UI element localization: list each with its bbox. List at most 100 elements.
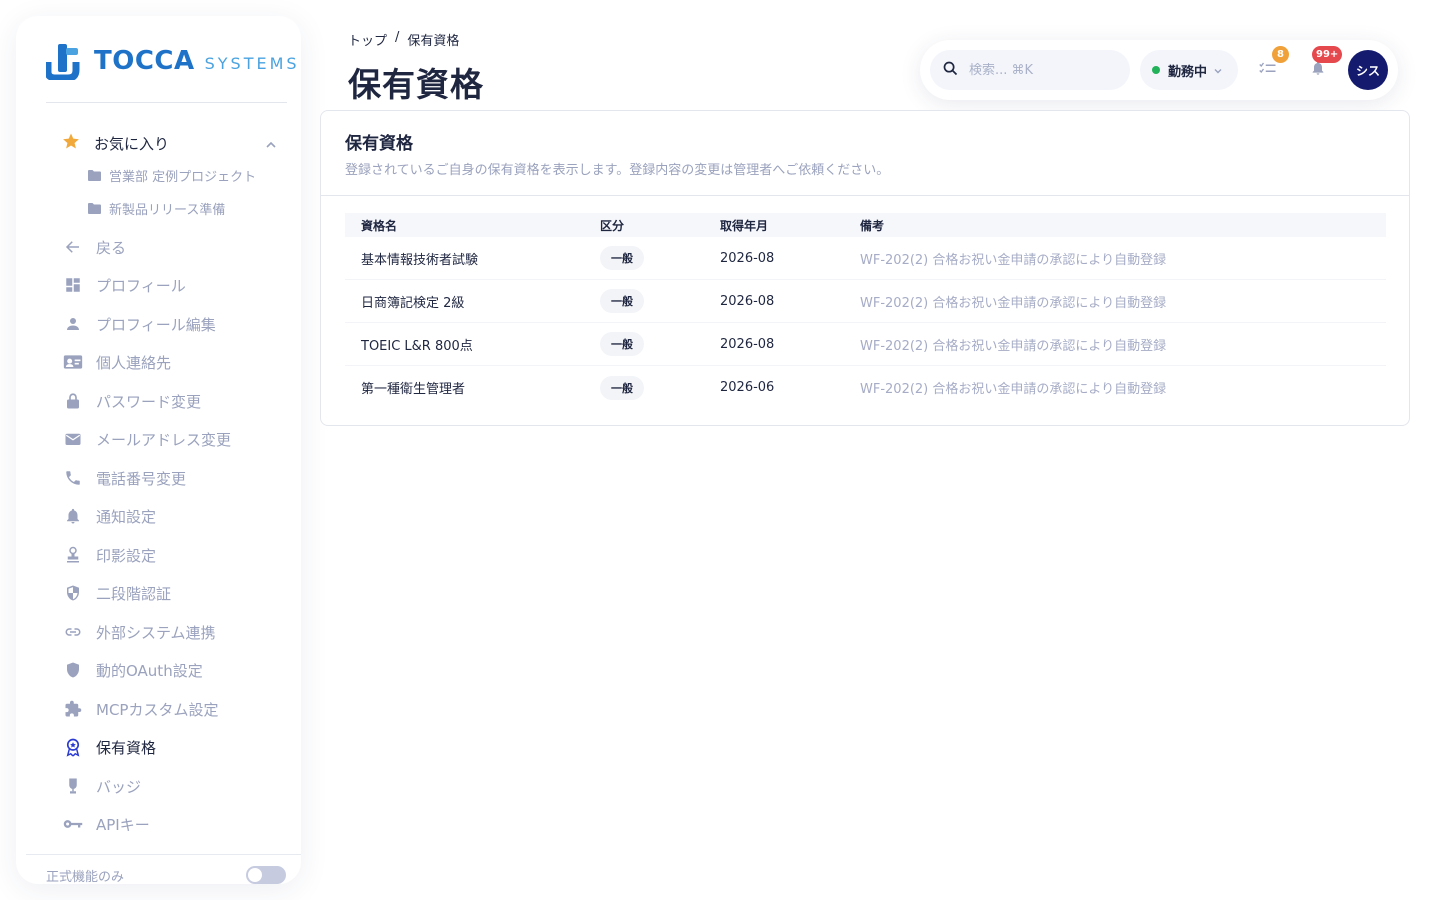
note-text: WF-202(2) 合格お祝い金申請の承認により自動登録 xyxy=(860,338,1167,354)
sidebar-divider xyxy=(46,102,287,103)
table-row: TOEIC L&R 800点 一般 2026-08 WF-202(2) 合格お祝… xyxy=(345,323,1386,366)
sidebar-item-badges[interactable]: バッジ xyxy=(62,773,141,799)
qualifications-table: 資格名 区分 取得年月 備考 基本情報技術者試験 一般 2026-08 WF-2… xyxy=(345,213,1386,409)
sidebar-item-label: 外部システム連携 xyxy=(96,623,216,642)
note-text: WF-202(2) 合格お祝い金申請の承認により自動登録 xyxy=(860,252,1167,268)
category-tag: 一般 xyxy=(600,332,644,356)
notifications-count-badge: 99+ xyxy=(1312,46,1343,63)
folder-icon xyxy=(88,199,101,218)
card-description: 登録されているご自身の保有資格を表示します。登録内容の変更は管理者へご依頼くださ… xyxy=(345,163,890,178)
toggle-knob xyxy=(248,868,262,882)
table-row: 第一種衛生管理者 一般 2026-06 WF-202(2) 合格お祝い金申請の承… xyxy=(345,366,1386,409)
phone-icon xyxy=(62,467,84,489)
table-header: 資格名 区分 取得年月 備考 xyxy=(345,213,1386,237)
arrow-left-icon xyxy=(62,236,84,258)
sidebar-item-oauth[interactable]: 動的OAuth設定 xyxy=(62,657,203,683)
sidebar-item-label: 動的OAuth設定 xyxy=(96,661,203,680)
note-text: WF-202(2) 合格お祝い金申請の承認により自動登録 xyxy=(860,382,1167,397)
acquired-date: 2026-08 xyxy=(720,336,775,352)
chevron-down-icon xyxy=(1213,61,1223,80)
award-icon xyxy=(62,736,84,758)
sidebar-item-api-keys[interactable]: APIキー xyxy=(62,811,150,837)
favorites-toggle[interactable]: お気に入り xyxy=(62,130,277,156)
search-icon xyxy=(942,60,959,81)
qualifications-card: 保有資格 登録されているご自身の保有資格を表示します。登録内容の変更は管理者へご… xyxy=(320,110,1410,426)
acquired-date: 2026-08 xyxy=(720,250,775,266)
brand-logo[interactable]: TOCCA SYSTEMS xyxy=(44,42,300,82)
note-text: WF-202(2) 合格お祝い金申請の承認により自動登録 xyxy=(860,295,1167,311)
table-row: 日商簿記検定 2級 一般 2026-08 WF-202(2) 合格お祝い金申請の… xyxy=(345,280,1386,323)
link-icon xyxy=(62,621,84,643)
column-header-date: 取得年月 xyxy=(720,218,769,233)
sidebar-item-label: 戻る xyxy=(96,238,127,257)
category-tag: 一般 xyxy=(600,289,644,313)
user-avatar[interactable]: シス xyxy=(1348,50,1388,90)
card-title: 保有資格 xyxy=(345,134,413,154)
sidebar-item-label: プロフィール編集 xyxy=(96,315,216,334)
breadcrumb: トップ / 保有資格 xyxy=(348,30,459,49)
table-row: 基本情報技術者試験 一般 2026-08 WF-202(2) 合格お祝い金申請の… xyxy=(345,237,1386,280)
qualification-name: 基本情報技術者試験 xyxy=(361,252,479,268)
search-box[interactable] xyxy=(930,50,1130,90)
top-toolbar: 勤務中 8 99+ シス xyxy=(920,40,1398,100)
sidebar-item-back[interactable]: 戻る xyxy=(62,234,126,260)
badge-icon xyxy=(62,775,84,797)
notifications-button[interactable]: 99+ xyxy=(1302,46,1343,86)
qualification-name: 日商簿記検定 2級 xyxy=(361,295,465,311)
sidebar: TOCCA SYSTEMS お気に入り 営業部 定例プロジェクト 新製品リリース… xyxy=(16,16,301,884)
sidebar-item-label: メールアドレス変更 xyxy=(96,430,232,449)
sidebar-item-label: 保有資格 xyxy=(96,738,157,757)
card-divider xyxy=(321,195,1409,196)
folder-icon xyxy=(88,166,101,185)
sidebar-item-label: 印影設定 xyxy=(96,546,157,565)
sidebar-item-phone[interactable]: 電話番号変更 xyxy=(62,465,186,491)
tocca-logo-icon xyxy=(44,42,82,82)
official-only-toggle[interactable] xyxy=(246,866,286,884)
qualification-name: TOEIC L&R 800点 xyxy=(361,338,473,354)
sidebar-item-label: MCPカスタム設定 xyxy=(96,700,219,719)
puzzle-icon xyxy=(62,698,84,720)
search-input[interactable] xyxy=(969,62,1119,78)
category-tag: 一般 xyxy=(600,375,644,400)
chevron-up-icon xyxy=(265,136,277,155)
status-dot xyxy=(1152,66,1160,74)
favorite-item-new-product[interactable]: 新製品リリース準備 xyxy=(88,197,225,219)
sidebar-item-contacts[interactable]: 個人連絡先 xyxy=(62,349,171,375)
shield-icon xyxy=(62,659,84,681)
page-title: 保有資格 xyxy=(348,65,484,104)
work-status-dropdown[interactable]: 勤務中 xyxy=(1140,50,1238,90)
qualification-name: 第一種衛生管理者 xyxy=(361,382,466,397)
sidebar-item-label: 二段階認証 xyxy=(96,584,172,603)
favorites-label: お気に入り xyxy=(94,134,170,153)
breadcrumb-home[interactable]: トップ xyxy=(348,30,387,49)
sidebar-item-notifications[interactable]: 通知設定 xyxy=(62,503,156,529)
breadcrumb-separator: / xyxy=(395,30,400,45)
favorite-item-sales-project[interactable]: 営業部 定例プロジェクト xyxy=(88,164,256,186)
sidebar-item-profile-edit[interactable]: プロフィール編集 xyxy=(62,311,216,337)
lock-icon xyxy=(62,390,84,412)
person-icon xyxy=(62,313,84,335)
acquired-date: 2026-06 xyxy=(720,380,775,395)
tasks-button[interactable]: 8 xyxy=(1252,46,1289,86)
acquired-date: 2026-08 xyxy=(720,293,775,309)
favorite-item-label: 新製品リリース準備 xyxy=(109,202,226,218)
shield-half-icon xyxy=(62,582,84,604)
sidebar-item-password[interactable]: パスワード変更 xyxy=(62,388,201,414)
sidebar-item-label: バッジ xyxy=(96,777,142,796)
key-icon xyxy=(62,813,84,835)
stamp-icon xyxy=(62,544,84,566)
sidebar-item-qualifications[interactable]: 保有資格 xyxy=(62,734,156,760)
column-header-category: 区分 xyxy=(600,218,625,233)
favorite-item-label: 営業部 定例プロジェクト xyxy=(109,169,257,185)
sidebar-item-mcp[interactable]: MCPカスタム設定 xyxy=(62,696,218,722)
sidebar-item-email[interactable]: メールアドレス変更 xyxy=(62,426,231,452)
dashboard-icon xyxy=(62,274,84,296)
sidebar-item-label: パスワード変更 xyxy=(96,392,202,411)
column-header-name: 資格名 xyxy=(361,218,398,233)
sidebar-item-2fa[interactable]: 二段階認証 xyxy=(62,580,171,606)
sidebar-item-external-systems[interactable]: 外部システム連携 xyxy=(62,619,216,645)
sidebar-item-stamp[interactable]: 印影設定 xyxy=(62,542,156,568)
sidebar-item-profile[interactable]: プロフィール xyxy=(62,272,186,298)
official-only-label: 正式機能のみ xyxy=(46,870,125,884)
category-tag: 一般 xyxy=(600,246,644,270)
